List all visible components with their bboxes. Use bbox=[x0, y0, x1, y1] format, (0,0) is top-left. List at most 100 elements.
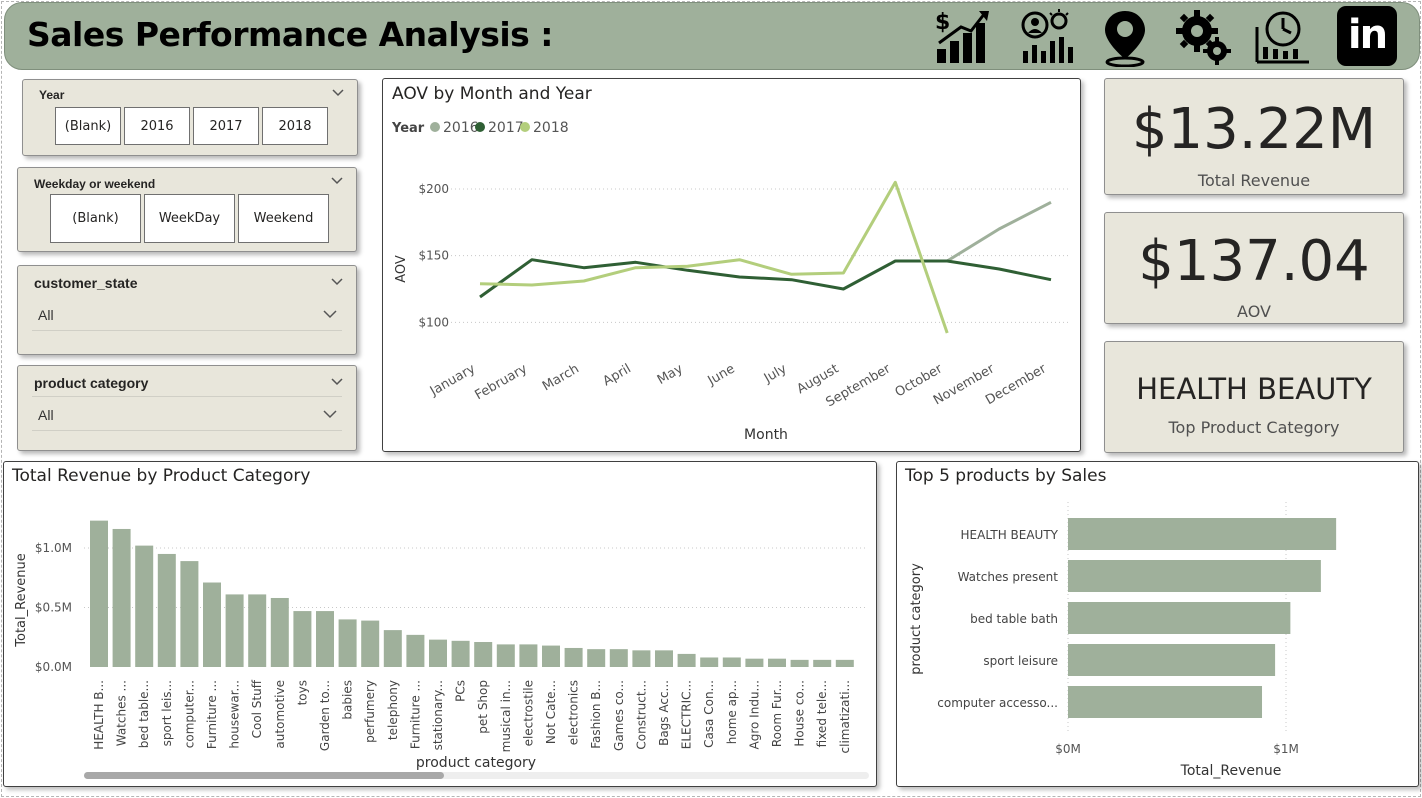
aov-line-2017[interactable] bbox=[479, 258, 1052, 299]
location-pin-icon[interactable] bbox=[1095, 7, 1155, 67]
weekday-slicer-title: Weekday or weekend bbox=[34, 177, 156, 191]
chevron-down-icon[interactable] bbox=[330, 277, 344, 287]
linkedin-label: in bbox=[1347, 12, 1388, 58]
dropdown-chevron-icon[interactable] bbox=[322, 409, 338, 419]
aov-y-tick: $100 bbox=[418, 315, 449, 329]
revenue-bar[interactable] bbox=[564, 647, 583, 667]
revenue-x-tick: Not Cate... bbox=[544, 680, 558, 744]
top5-bar[interactable] bbox=[1068, 518, 1337, 550]
aov-line-2018[interactable] bbox=[479, 180, 949, 334]
customer-state-slicer-title: customer_state bbox=[34, 275, 138, 291]
legend-label-2016[interactable]: 2016 bbox=[443, 120, 479, 136]
revenue-bars bbox=[90, 520, 854, 667]
revenue-x-tick: Construct... bbox=[634, 680, 648, 750]
top5-bar[interactable] bbox=[1068, 602, 1291, 634]
top5-bar[interactable] bbox=[1068, 560, 1321, 592]
aov-kpi-card: $137.04 AOV bbox=[1104, 212, 1404, 324]
revenue-bar[interactable] bbox=[496, 644, 515, 667]
revenue-x-tick: Watches ... bbox=[115, 680, 129, 746]
year-option-blank[interactable]: (Blank) bbox=[55, 107, 121, 145]
product-category-slicer-title: product category bbox=[34, 375, 149, 391]
aov-x-tick: January bbox=[427, 361, 478, 399]
revenue-bar[interactable] bbox=[270, 597, 289, 667]
chevron-down-icon[interactable] bbox=[331, 88, 345, 98]
settings-gears-icon[interactable] bbox=[1173, 7, 1233, 67]
year-option-2017[interactable]: 2017 bbox=[193, 107, 259, 145]
revenue-bar[interactable] bbox=[406, 634, 425, 667]
revenue-bar[interactable] bbox=[90, 520, 108, 667]
legend-marker-2018[interactable] bbox=[520, 122, 530, 132]
svg-text:$: $ bbox=[935, 10, 950, 35]
revenue-bar[interactable] bbox=[632, 650, 651, 667]
revenue-x-tick: electronics bbox=[567, 680, 581, 745]
legend-marker-2016[interactable] bbox=[430, 122, 440, 132]
aov-y-tick: $200 bbox=[418, 182, 449, 196]
aov-x-tick: April bbox=[600, 361, 633, 389]
chevron-down-icon[interactable] bbox=[330, 176, 344, 186]
weekday-option-weekday[interactable]: WeekDay bbox=[144, 194, 235, 243]
dropdown-underline bbox=[32, 330, 342, 331]
revenue-bar[interactable] bbox=[316, 611, 334, 667]
revenue-bar[interactable] bbox=[474, 642, 493, 667]
revenue-bar[interactable] bbox=[203, 582, 221, 667]
legend-label-2018[interactable]: 2018 bbox=[533, 120, 569, 136]
horizontal-scrollbar-thumb[interactable] bbox=[84, 772, 444, 779]
revenue-bar[interactable] bbox=[157, 553, 176, 667]
linkedin-icon[interactable]: in bbox=[1337, 6, 1397, 66]
revenue-bar[interactable] bbox=[813, 659, 832, 667]
weekday-option-weekend[interactable]: Weekend bbox=[238, 194, 329, 243]
legend-label-2017[interactable]: 2017 bbox=[488, 120, 524, 136]
revenue-bar[interactable] bbox=[677, 653, 696, 667]
aov-line-2016[interactable] bbox=[946, 200, 1052, 263]
revenue-bar[interactable] bbox=[700, 657, 719, 667]
revenue-bar[interactable] bbox=[361, 620, 380, 667]
revenue-x-tick: sport leis... bbox=[160, 680, 174, 746]
revenue-bar[interactable] bbox=[225, 594, 244, 667]
aov-x-tick: June bbox=[705, 361, 738, 389]
time-chart-icon[interactable] bbox=[1251, 7, 1311, 67]
legend-marker-2017[interactable] bbox=[475, 122, 485, 132]
revenue-bar[interactable] bbox=[722, 657, 741, 667]
revenue-x-tick: Furniture ... bbox=[205, 680, 219, 749]
revenue-bar[interactable] bbox=[587, 649, 606, 667]
top5-bar[interactable] bbox=[1068, 686, 1263, 718]
revenue-x-tick: Furniture ... bbox=[408, 680, 422, 749]
top5-y-tick: sport leisure bbox=[983, 654, 1058, 668]
revenue-bar[interactable] bbox=[519, 644, 538, 667]
revenue-bar[interactable] bbox=[768, 658, 786, 667]
dropdown-chevron-icon[interactable] bbox=[322, 309, 338, 319]
chevron-down-icon[interactable] bbox=[330, 377, 344, 387]
top-category-label: Top Product Category bbox=[1168, 418, 1340, 437]
revenue-bar[interactable] bbox=[383, 630, 402, 667]
revenue-bar[interactable] bbox=[451, 640, 470, 667]
top5-bar[interactable] bbox=[1068, 644, 1276, 676]
revenue-y-axis-title: Total_Revenue bbox=[14, 553, 29, 647]
analytics-people-icon[interactable] bbox=[1015, 7, 1075, 67]
year-option-2018[interactable]: 2018 bbox=[262, 107, 328, 145]
revenue-bar[interactable] bbox=[112, 528, 131, 667]
revenue-bar[interactable] bbox=[745, 658, 764, 667]
aov-gridlines bbox=[443, 188, 1071, 323]
revenue-bar[interactable] bbox=[835, 659, 854, 667]
customer-state-dropdown-value[interactable]: All bbox=[38, 307, 54, 323]
revenue-x-tick: HEALTH B... bbox=[92, 680, 106, 750]
revenue-bar[interactable] bbox=[609, 649, 628, 667]
revenue-bar[interactable] bbox=[655, 650, 673, 667]
revenue-bar[interactable] bbox=[135, 545, 154, 667]
revenue-x-axis-title: product category bbox=[416, 755, 536, 771]
revenue-bar[interactable] bbox=[542, 645, 560, 667]
revenue-bar[interactable] bbox=[293, 611, 312, 667]
sales-growth-icon[interactable]: $ bbox=[931, 7, 991, 67]
weekday-option-blank[interactable]: (Blank) bbox=[50, 194, 141, 243]
revenue-x-tick: Garden to... bbox=[318, 680, 332, 751]
revenue-bar[interactable] bbox=[180, 561, 199, 667]
product-category-dropdown-value[interactable]: All bbox=[38, 407, 54, 423]
revenue-bar[interactable] bbox=[790, 659, 809, 667]
revenue-bar[interactable] bbox=[338, 619, 357, 667]
revenue-bar[interactable] bbox=[429, 639, 447, 667]
top5-x-tick: $1M bbox=[1273, 742, 1299, 756]
revenue-x-tick: perfumery bbox=[363, 680, 377, 743]
revenue-bar[interactable] bbox=[248, 594, 267, 667]
top5-y-tick: bed table bath bbox=[970, 612, 1058, 626]
year-option-2016[interactable]: 2016 bbox=[124, 107, 190, 145]
